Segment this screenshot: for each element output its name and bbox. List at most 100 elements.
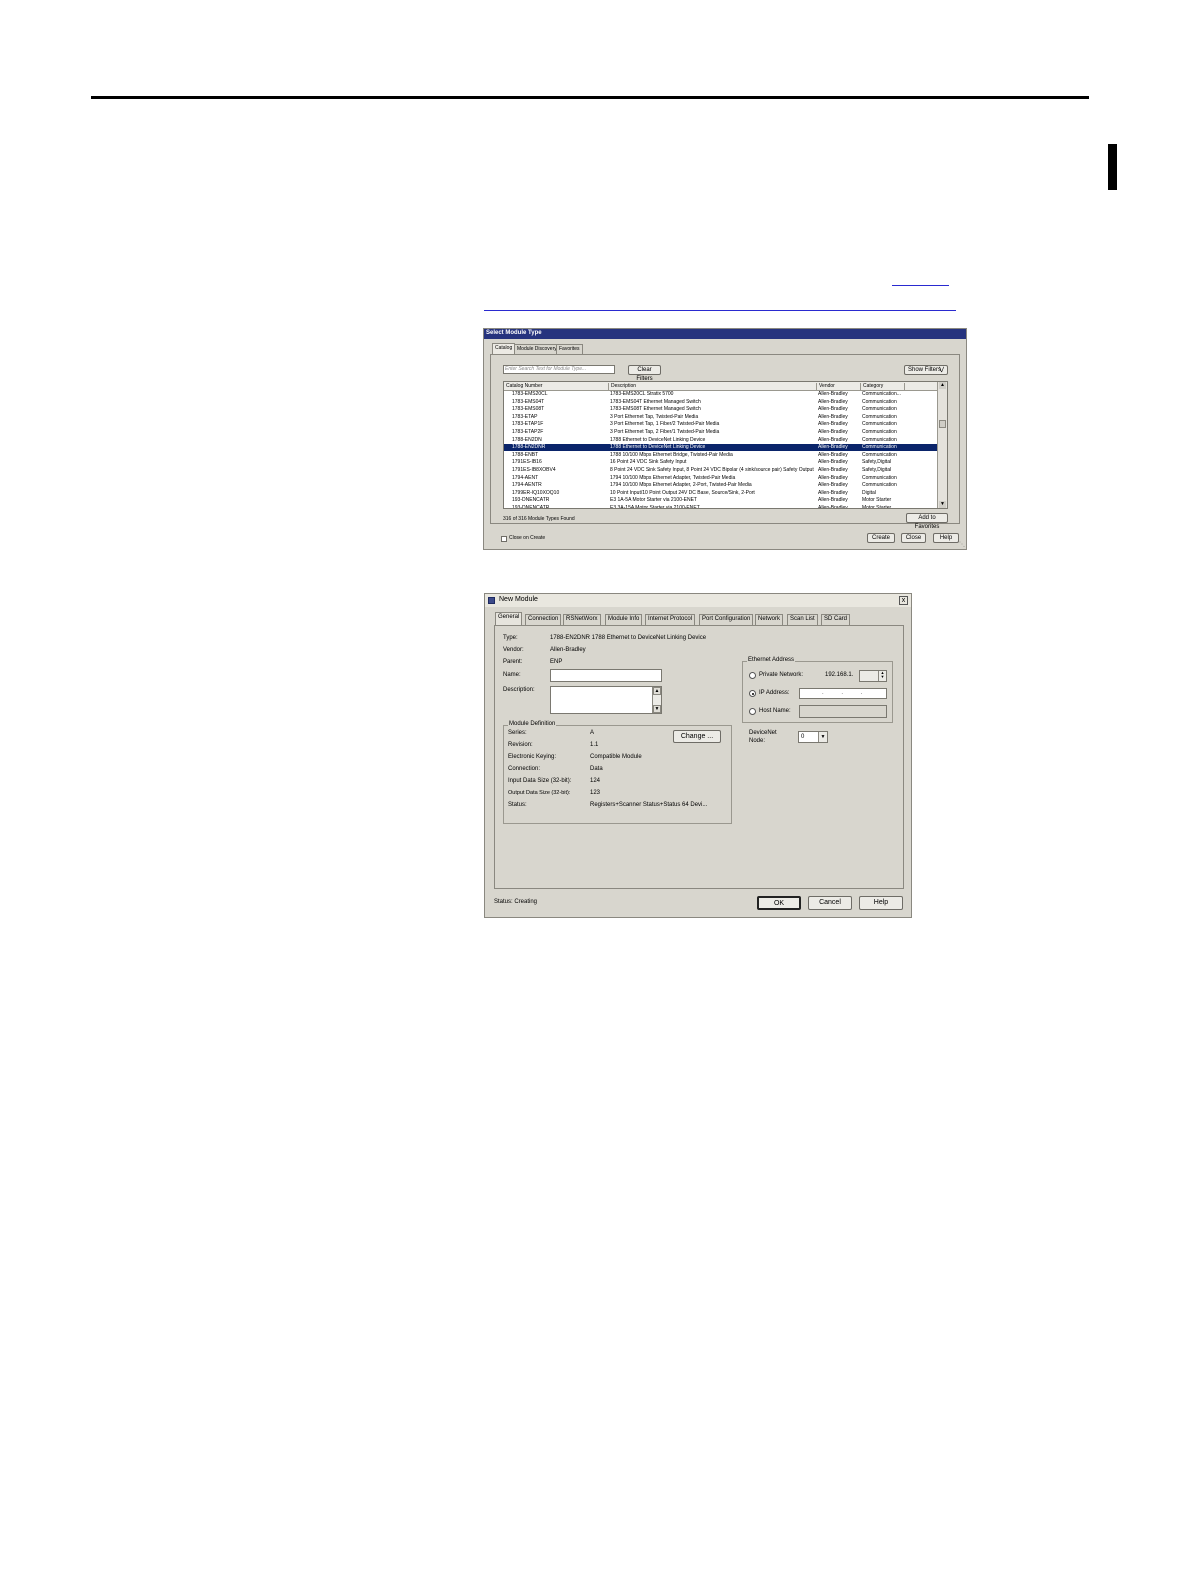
table-row[interactable]: 1783-EMS20CL 1783-EMS20CL Stratix 5700 All… <box>504 391 939 398</box>
search-input[interactable]: Enter Search Text for Module Type... <box>503 365 615 374</box>
spin-arrows-icon[interactable]: ▲ ▼ <box>878 671 886 681</box>
app-icon <box>488 597 495 604</box>
tab-connection[interactable]: Connection <box>525 614 562 625</box>
resize-grip-icon[interactable]: ⋱ <box>959 541 965 548</box>
cell-vendor: Allen-Bradley <box>818 459 848 466</box>
private-network-octet-input[interactable]: ▲ ▼ <box>859 670 887 682</box>
hyperlink-underline[interactable] <box>484 310 956 311</box>
dialog-titlebar[interactable]: New Module x <box>485 594 911 607</box>
table-row[interactable]: 193-DNENCATR E3 3A-15A Motor Starter via … <box>504 505 939 509</box>
change-button[interactable]: Change ... <box>673 730 721 743</box>
cell-catalog: 1799ER-IQ10XOQ10 <box>512 489 560 496</box>
private-network-radio[interactable] <box>749 672 756 679</box>
host-name-radio[interactable] <box>749 708 756 715</box>
status-value: Registers+Scanner Status+Status 64 Devi.… <box>590 802 708 808</box>
ok-button[interactable]: OK <box>757 896 801 910</box>
scroll-down-icon[interactable]: ▼ <box>939 501 946 508</box>
module-count-text: 316 of 316 Module Types Found <box>503 516 575 522</box>
cell-description: 3 Port Ethernet Tap, 1 Fiber/2 Twisted-P… <box>610 421 720 428</box>
cell-description: 1788 Ethernet to DeviceNet Linking Devic… <box>610 436 706 443</box>
add-to-favorites-button[interactable]: Add to Favorites <box>906 513 948 530</box>
devicenet-label: DeviceNet <box>749 730 777 736</box>
table-row[interactable]: 1783-ETAP2F 3 Port Ethernet Tap, 2 Fiber/… <box>504 429 939 436</box>
tab-favorites[interactable]: Favorites <box>556 344 583 354</box>
table-row[interactable]: 1788-EN2DN 1788 Ethernet to DeviceNet Lin… <box>504 437 939 444</box>
scroll-up-icon[interactable]: ▲ <box>939 382 946 389</box>
show-filters-button[interactable]: Show Filters ⋁ <box>904 365 948 375</box>
name-label: Name: <box>503 672 521 678</box>
new-module-dialog: New Module x General Connection RSNetWor… <box>484 593 912 918</box>
help-button[interactable]: Help <box>859 896 903 910</box>
tab-module-info[interactable]: Module Info <box>605 614 643 625</box>
ip-address-label[interactable]: IP Address: <box>759 690 790 696</box>
table-row[interactable]: 1791ES-IB8XOBV4 8 Point 24 VDC Sink Safet… <box>504 467 939 474</box>
column-header-catalog[interactable]: Catalog Number <box>504 383 542 390</box>
tab-sd-card[interactable]: SD Card <box>821 614 851 625</box>
cell-category: Digital <box>862 489 876 496</box>
cell-catalog: 1788-EN2DNR <box>512 444 546 451</box>
table-row[interactable]: 1783-ETAP 3 Port Ethernet Tap, Twisted-Pa… <box>504 414 939 421</box>
chevron-down-icon[interactable]: ▼ <box>818 732 827 742</box>
module-type-list[interactable]: Catalog Number Description Vendor Catego… <box>503 381 948 509</box>
table-row[interactable]: 1794-AENTR 1794 10/100 Mbps Ethernet Adap… <box>504 482 939 489</box>
table-row[interactable]: 1788-ENBT 1788 10/100 Mbps Ethernet Bridg… <box>504 452 939 459</box>
cell-vendor: Allen-Bradley <box>818 436 848 443</box>
list-scrollbar[interactable]: ▲ ▼ <box>937 382 947 508</box>
close-on-create-label[interactable]: Close on Create <box>509 535 545 541</box>
description-textarea[interactable]: ▲ ▼ <box>550 686 662 714</box>
cell-catalog: 1783-ETAP2F <box>512 429 544 435</box>
table-row[interactable]: 1794-AENT 1794 10/100 Mbps Ethernet Adapt… <box>504 475 939 482</box>
private-network-label[interactable]: Private Network: <box>759 672 803 678</box>
hyperlink-underline[interactable] <box>892 285 949 286</box>
cell-vendor: Allen-Bradley <box>818 451 848 458</box>
cell-category: Motor Starter <box>862 497 892 504</box>
column-header-extra[interactable] <box>904 383 907 390</box>
clear-filters-button[interactable]: Clear Filters <box>628 365 661 382</box>
dialog-titlebar[interactable]: Select Module Type <box>484 329 966 339</box>
close-on-create-checkbox[interactable] <box>501 536 507 542</box>
tab-network[interactable]: Network <box>755 614 784 625</box>
close-icon[interactable]: x <box>899 596 908 605</box>
private-network-value: 192.168.1. <box>825 672 854 678</box>
tab-rsnetworx[interactable]: RSNetWorx <box>563 614 601 625</box>
table-row[interactable]: 1783-EMS08T 1783-EMS08T Ethernet Managed … <box>504 406 939 413</box>
cell-description: 3 Port Ethernet Tap, Twisted-Pair Media <box>610 413 699 420</box>
node-select[interactable]: 0 ▼ <box>798 731 828 743</box>
tab-port-configuration[interactable]: Port Configuration <box>699 614 754 625</box>
close-button[interactable]: Close <box>901 533 926 543</box>
tab-module-discovery[interactable]: Module Discovery <box>514 344 560 354</box>
output-data-size-label: Output Data Size (32-bit): <box>508 790 571 796</box>
scroll-down-icon[interactable]: ▼ <box>653 705 661 713</box>
cell-catalog: 193-DNENCATR <box>512 497 550 504</box>
help-button[interactable]: Help <box>933 533 959 543</box>
tab-scan-list[interactable]: Scan List <box>787 614 818 625</box>
cell-catalog: 1794-AENT <box>512 474 539 481</box>
description-scrollbar[interactable]: ▲ ▼ <box>652 687 661 713</box>
cell-category: Communication <box>862 413 897 420</box>
column-header-category[interactable]: Category <box>860 383 883 390</box>
scroll-up-icon[interactable]: ▲ <box>653 687 661 695</box>
cell-category: Communication <box>862 421 897 428</box>
create-button[interactable]: Create <box>867 533 895 543</box>
tab-general[interactable]: General <box>495 612 523 625</box>
host-name-input[interactable] <box>799 705 887 718</box>
cell-description: E3 3A-15A Motor Starter via 2100-ENET <box>610 505 700 509</box>
cell-vendor: Allen-Bradley <box>818 497 848 504</box>
table-row[interactable]: 1791ES-IB16 16 Point 24 VDC Sink Safety I… <box>504 459 939 466</box>
scroll-thumb[interactable] <box>939 420 946 428</box>
ip-address-radio[interactable] <box>749 690 756 697</box>
table-row[interactable]: 193-DNENCATR E3 1A-5A Motor Starter via 2… <box>504 497 939 504</box>
tab-internet-protocol[interactable]: Internet Protocol <box>645 614 696 625</box>
ip-address-input[interactable]: . . . <box>799 688 887 699</box>
cancel-button[interactable]: Cancel <box>808 896 852 910</box>
table-row[interactable]: 1799ER-IQ10XOQ10 10 Point Input/10 Point … <box>504 490 939 497</box>
column-header-description[interactable]: Description <box>608 383 636 390</box>
column-header-vendor[interactable]: Vendor <box>816 383 835 390</box>
host-name-label[interactable]: Host Name: <box>759 708 791 714</box>
table-row[interactable]: 1783-ETAP1F 3 Port Ethernet Tap, 1 Fiber/… <box>504 421 939 428</box>
table-row[interactable]: 1783-EMS04T 1783-EMS04T Ethernet Managed … <box>504 399 939 406</box>
name-input[interactable] <box>550 669 662 682</box>
table-row[interactable]: 1788-EN2DNR 1788 Ethernet to DeviceNet Li… <box>504 444 939 452</box>
cell-description: 16 Point 24 VDC Sink Safety Input <box>610 459 687 466</box>
tab-catalog[interactable]: Catalog <box>492 343 516 354</box>
